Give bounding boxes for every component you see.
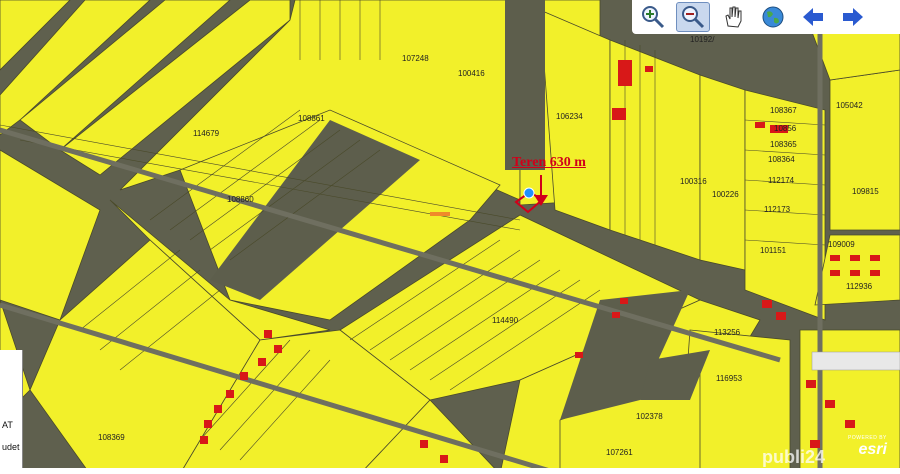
parcel-label[interactable]: 105042 — [836, 101, 863, 110]
zoom-in-button[interactable] — [636, 2, 670, 32]
parcel-label[interactable]: 112173 — [764, 205, 791, 214]
parcel-label[interactable]: 108860 — [227, 195, 254, 204]
pan-hand-icon — [725, 6, 742, 28]
parcel-label[interactable]: 100416 — [458, 69, 485, 78]
arrow-right-icon — [843, 8, 863, 26]
parcel-label[interactable]: 100316 — [680, 177, 707, 186]
cadastral-map[interactable]: 107248 100416 10192/ 114679 108861 10623… — [0, 0, 900, 474]
side-panel-text: udet — [2, 442, 20, 452]
parcel-label[interactable]: 10856 — [774, 124, 797, 133]
parcel-label[interactable]: 108369 — [98, 433, 125, 442]
side-panel-text: AT — [2, 420, 13, 430]
side-panel: AT udet — [0, 350, 23, 470]
parcel-label[interactable]: 101151 — [760, 246, 787, 255]
parcel-label[interactable]: 108364 — [768, 155, 795, 164]
esri-logo: esri — [858, 441, 887, 458]
lot-annotation-label: Teren 630 m — [512, 155, 586, 170]
map-toolbar — [632, 0, 900, 34]
parcel-label[interactable]: 106234 — [556, 112, 583, 121]
parcel-label[interactable]: 112174 — [768, 176, 795, 185]
parcel-label[interactable]: 109815 — [852, 187, 879, 196]
watermark: publi24 — [762, 447, 826, 467]
parcel-label[interactable]: 108365 — [770, 140, 797, 149]
parcel-label[interactable]: 114679 — [193, 129, 220, 138]
parcel-label[interactable]: 113256 — [714, 328, 741, 337]
globe-icon — [762, 6, 784, 28]
parcel-label[interactable]: 107248 — [402, 54, 429, 63]
location-marker[interactable] — [523, 187, 535, 199]
parcel-label[interactable]: 116953 — [716, 374, 743, 383]
parcel-label[interactable]: 108861 — [298, 114, 325, 123]
parcel-label[interactable]: 107261 — [606, 448, 633, 457]
bottom-bar — [0, 468, 900, 474]
parcel-label[interactable]: 102378 — [636, 412, 663, 421]
zoom-in-icon — [642, 6, 665, 29]
next-extent-button[interactable] — [836, 2, 870, 32]
zoom-out-button[interactable] — [676, 2, 710, 32]
zoom-out-icon — [682, 6, 705, 29]
parcel-label[interactable]: 10192/ — [690, 35, 715, 44]
arrow-left-icon — [803, 8, 823, 26]
pan-button[interactable] — [716, 2, 750, 32]
parcel-label[interactable]: 112936 — [846, 282, 873, 291]
previous-extent-button[interactable] — [796, 2, 830, 32]
full-extent-button[interactable] — [756, 2, 790, 32]
esri-attribution[interactable]: POWERED BY esri — [848, 435, 887, 459]
parcel-label[interactable]: 108367 — [770, 106, 797, 115]
parcel-label[interactable]: 114490 — [492, 316, 519, 325]
parcel-label[interactable]: 100226 — [712, 190, 739, 199]
parcel-label[interactable]: 109009 — [828, 240, 855, 249]
